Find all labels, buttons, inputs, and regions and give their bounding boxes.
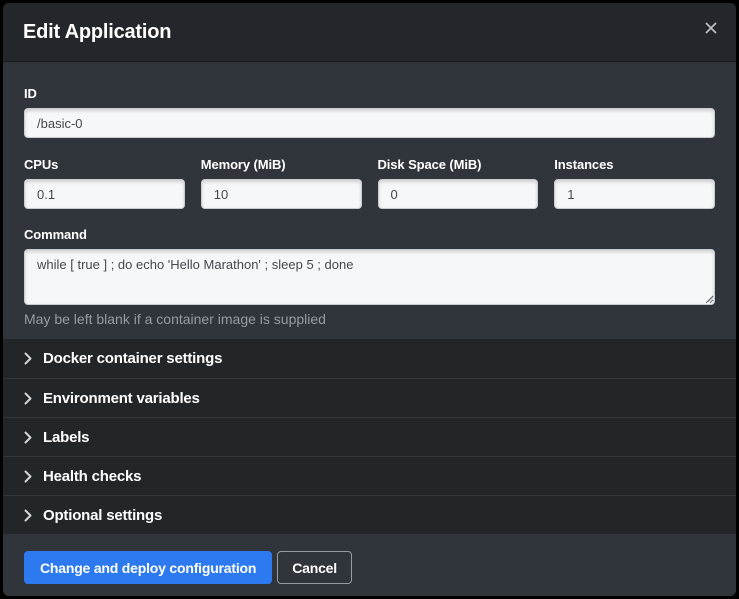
section-label: Labels <box>43 429 89 446</box>
modal-footer: Change and deploy configuration Cancel <box>3 534 736 596</box>
memory-input[interactable] <box>201 179 362 209</box>
section-labels[interactable]: Labels <box>3 417 736 456</box>
edit-application-modal: Edit Application ID CPUs Memory (MiB) Di… <box>3 3 736 596</box>
memory-field-group: Memory (MiB) <box>201 157 362 209</box>
close-button[interactable] <box>698 15 724 41</box>
chevron-right-icon <box>24 470 32 483</box>
disk-space-input[interactable] <box>378 179 539 209</box>
cpus-input[interactable] <box>24 179 185 209</box>
memory-label: Memory (MiB) <box>201 157 362 172</box>
command-textarea[interactable]: while [ true ] ; do echo 'Hello Marathon… <box>24 249 715 305</box>
cpus-label: CPUs <box>24 157 185 172</box>
section-label: Environment variables <box>43 390 200 407</box>
chevron-right-icon <box>24 392 32 405</box>
instances-field-group: Instances <box>554 157 715 209</box>
modal-title: Edit Application <box>23 21 171 44</box>
chevron-right-icon <box>24 431 32 444</box>
cancel-button[interactable]: Cancel <box>277 551 352 584</box>
section-health-checks[interactable]: Health checks <box>3 456 736 495</box>
section-label: Optional settings <box>43 507 162 524</box>
modal-header: Edit Application <box>3 3 736 62</box>
instances-label: Instances <box>554 157 715 172</box>
application-form: ID CPUs Memory (MiB) Disk Space (MiB) In… <box>3 62 736 339</box>
command-help-text: May be left blank if a container image i… <box>24 311 715 327</box>
section-optional-settings[interactable]: Optional settings <box>3 495 736 534</box>
section-docker-container-settings[interactable]: Docker container settings <box>3 339 736 378</box>
command-label: Command <box>24 227 715 242</box>
section-environment-variables[interactable]: Environment variables <box>3 378 736 417</box>
disk-space-label: Disk Space (MiB) <box>378 157 539 172</box>
section-label: Health checks <box>43 468 141 485</box>
close-icon <box>705 22 717 34</box>
cpus-field-group: CPUs <box>24 157 185 209</box>
id-input[interactable] <box>24 108 715 138</box>
collapsible-sections: Docker container settings Environment va… <box>3 339 736 534</box>
id-field-group: ID <box>24 86 715 138</box>
change-and-deploy-button[interactable]: Change and deploy configuration <box>24 551 272 584</box>
resource-fields-row: CPUs Memory (MiB) Disk Space (MiB) Insta… <box>24 157 715 209</box>
command-field-group: Command while [ true ] ; do echo 'Hello … <box>24 227 715 327</box>
instances-input[interactable] <box>554 179 715 209</box>
id-label: ID <box>24 86 715 101</box>
section-label: Docker container settings <box>43 350 222 367</box>
chevron-right-icon <box>24 352 32 365</box>
disk-space-field-group: Disk Space (MiB) <box>378 157 539 209</box>
chevron-right-icon <box>24 509 32 522</box>
